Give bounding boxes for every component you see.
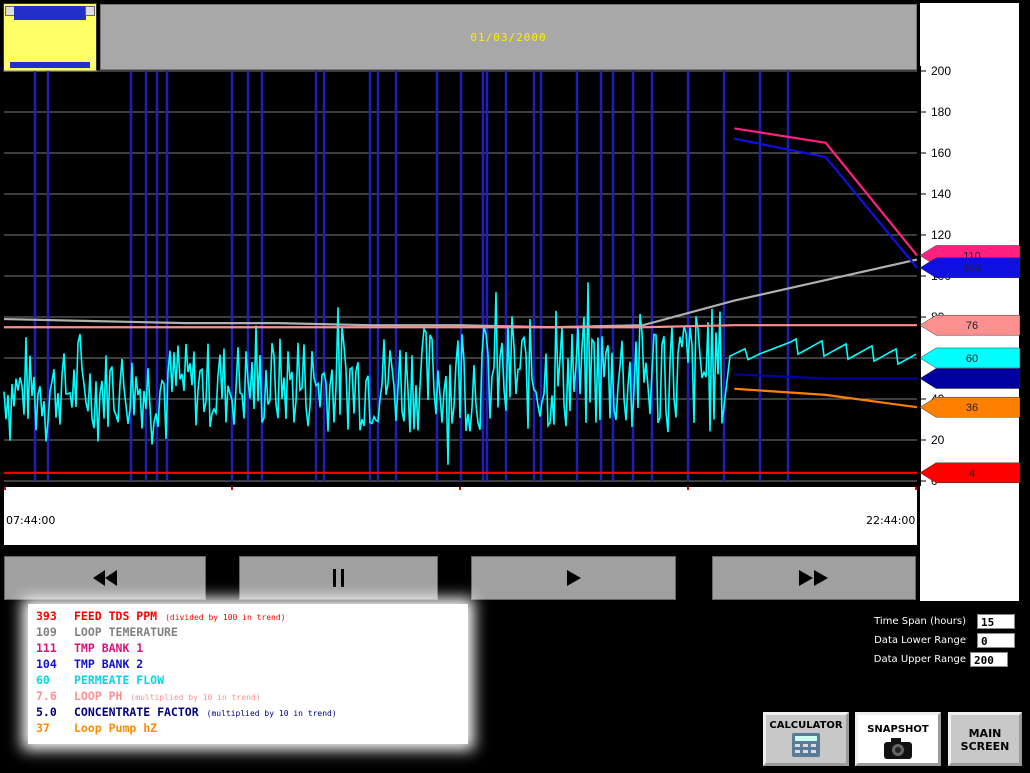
y-tick-label: 200: [931, 64, 951, 78]
value-marker-label: 4: [969, 468, 975, 480]
legend-note: (multiplied by 10 in trend): [130, 693, 261, 702]
time-span-label: Time Span (hours): [874, 616, 966, 627]
y-tick-label: 140: [931, 187, 951, 201]
play-button[interactable]: [471, 556, 676, 600]
value-marker-label: 60: [966, 353, 978, 365]
legend-value: 109: [36, 625, 57, 639]
y-tick-label: 160: [931, 146, 951, 160]
time-span-input[interactable]: 15: [977, 614, 1015, 629]
legend-label: TMP BANK 1: [74, 641, 144, 655]
value-marker: [919, 368, 1021, 389]
legend-label: LOOP PH: [74, 689, 123, 703]
legend-row: 60 PERMEATE FLOW: [36, 673, 164, 687]
legend-value: 111: [36, 641, 57, 655]
legend-value: 7.6: [36, 689, 57, 703]
legend-note: (multiplied by 10 in trend): [206, 709, 337, 718]
legend-label: TMP BANK 2: [74, 657, 144, 671]
y-tick-label: 120: [931, 228, 951, 242]
calculator-icon: [792, 733, 820, 757]
legend-row: 7.6 LOOP PH (multiplied by 10 in trend): [36, 689, 261, 703]
legend-label: PERMEATE FLOW: [74, 673, 165, 687]
series-line: [734, 373, 917, 380]
rewind-icon: [93, 570, 117, 586]
play-icon: [566, 570, 581, 586]
legend-row: 111 TMP BANK 1: [36, 641, 143, 655]
legend-value: 60: [36, 673, 50, 687]
legend-value: 5.0: [36, 705, 57, 719]
legend-label: LOOP TEMERATURE: [74, 625, 178, 639]
legend-row: 37 Loop Pump hZ: [36, 721, 157, 735]
value-marker-label: 104: [963, 263, 981, 275]
series-line: [734, 137, 918, 269]
pause-button[interactable]: [239, 556, 438, 600]
y-tick-label: 180: [931, 105, 951, 119]
legend-value: 104: [36, 657, 57, 671]
legend-row: 109 LOOP TEMERATURE: [36, 625, 178, 639]
legend-note: (divided by 100 in trend): [165, 613, 286, 622]
trend-chart: 020406080100120140160180200 110104766036…: [3, 64, 1021, 490]
legend-row: 104 TMP BANK 2: [36, 657, 143, 671]
series-line: [734, 387, 918, 409]
legend-label: Loop Pump hZ: [74, 721, 158, 735]
legend-label: FEED TDS PPM: [74, 609, 158, 623]
y-tick-label: 20: [931, 433, 945, 447]
main-screen-button[interactable]: MAIN SCREEN: [948, 712, 1022, 766]
time-axis-strip: [4, 487, 917, 545]
legend-value: 37: [36, 721, 50, 735]
camera-icon: [884, 738, 912, 759]
rewind-button[interactable]: [4, 556, 206, 600]
snapshot-button[interactable]: SNAPSHOT: [855, 712, 941, 766]
time-end-label: 22:44:00: [866, 514, 916, 527]
legend-label: CONCENTRATE FACTOR: [74, 705, 199, 719]
main-screen-label-1: MAIN: [968, 727, 1002, 740]
lower-range-input[interactable]: 0: [977, 633, 1015, 648]
series-line: [734, 127, 918, 257]
legend-panel: 393 FEED TDS PPM (divided by 100 in trend)…: [28, 604, 468, 744]
value-marker-label: 76: [966, 320, 978, 332]
value-marker-label: 36: [966, 402, 978, 414]
fast-forward-button[interactable]: [712, 556, 916, 600]
legend-value: 393: [36, 609, 57, 623]
upper-range-input[interactable]: 200: [970, 652, 1008, 667]
pause-icon: [332, 569, 344, 587]
calculator-label: CALCULATOR: [769, 720, 843, 731]
calculator-button[interactable]: CALCULATOR: [763, 712, 849, 766]
legend-row: 5.0 CONCENTRATE FACTOR (multiplied by 10 i…: [36, 705, 337, 719]
upper-range-label: Data Upper Range: [873, 654, 966, 665]
main-screen-label-2: SCREEN: [960, 740, 1010, 753]
time-start-label: 07:44:00: [6, 514, 56, 527]
legend-row: 393 FEED TDS PPM (divided by 100 in trend): [36, 609, 286, 623]
fast-forward-icon: [799, 570, 828, 586]
snapshot-label: SNAPSHOT: [867, 724, 929, 735]
lower-range-label: Data Lower Range: [874, 635, 966, 646]
